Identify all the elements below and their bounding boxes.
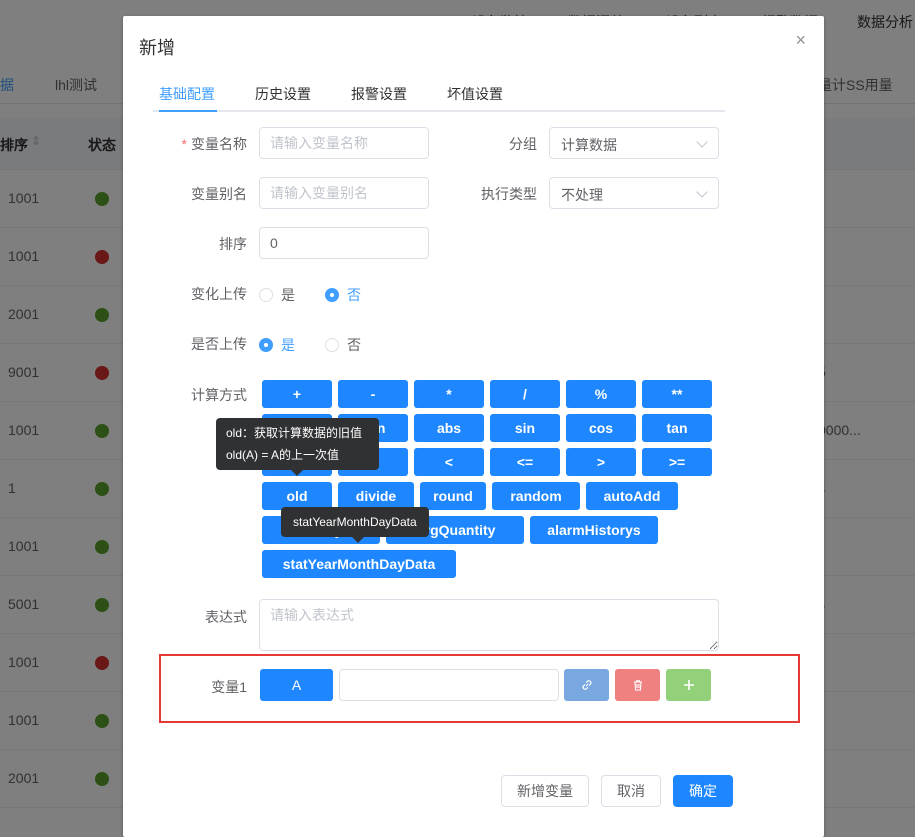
calc-button-cos[interactable]: cos (566, 414, 636, 442)
var-alias-label: 变量别名 (191, 186, 247, 202)
calc-button-alarm-historys[interactable]: alarmHistorys (530, 516, 658, 544)
calc-button-gt2[interactable]: > (566, 448, 636, 476)
calc-button-percent[interactable]: % (566, 380, 636, 408)
tab-active-indicator (159, 110, 217, 112)
radio-circle (325, 338, 339, 352)
tab-basic-config[interactable]: 基础配置 (159, 84, 215, 104)
exec-type-select-value: 不处理 (561, 187, 603, 203)
calc-button-random[interactable]: random (492, 482, 580, 510)
dialog-tabs: 基础配置 历史设置 报警设置 坏值设置 (153, 76, 725, 112)
sort-input[interactable] (259, 227, 429, 259)
expression-label: 表达式 (205, 609, 247, 625)
calc-method-label: 计算方式 (191, 387, 247, 403)
change-upload-no-radio[interactable]: 否 (325, 285, 361, 305)
delete-button[interactable] (615, 669, 660, 701)
calc-button-round[interactable]: round (420, 482, 486, 510)
variable1-label: 变量1 (211, 679, 247, 695)
calc-button-gte[interactable]: >= (642, 448, 712, 476)
plus-icon (683, 680, 694, 690)
variable-value-input[interactable] (339, 669, 559, 701)
calc-button-sin[interactable]: sin (490, 414, 560, 442)
link-button[interactable] (564, 669, 609, 701)
radio-circle (259, 288, 273, 302)
tooltip-arrow (352, 537, 364, 543)
group-label: 分组 (509, 136, 537, 152)
expression-textarea[interactable] (259, 599, 719, 651)
old-tooltip: old：获取计算数据的旧值 old(A) = A的上一次值 (216, 418, 379, 470)
calc-button-multiply[interactable]: * (414, 380, 484, 408)
calc-button-power[interactable]: ** (642, 380, 712, 408)
calc-button-lte[interactable]: <= (490, 448, 560, 476)
group-select[interactable]: 计算数据 (549, 127, 719, 159)
cancel-button[interactable]: 取消 (601, 775, 661, 807)
is-upload-yes-radio[interactable]: 是 (259, 335, 295, 355)
var-name-label: * 变量名称 (181, 136, 247, 152)
stat-tooltip: statYearMonthDayData (281, 507, 429, 537)
calc-button-stat-year-month-day-data[interactable]: statYearMonthDayData (262, 550, 456, 578)
is-upload-no-radio[interactable]: 否 (325, 335, 361, 355)
chevron-down-icon (696, 136, 708, 148)
add-variable-button[interactable]: 新增变量 (501, 775, 589, 807)
calc-button-old[interactable]: old (262, 482, 332, 510)
radio-circle (259, 338, 273, 352)
confirm-button[interactable]: 确定 (673, 775, 733, 807)
change-upload-label: 变化上传 (191, 286, 247, 302)
variable-name-button[interactable]: A (260, 669, 333, 701)
change-upload-yes-radio[interactable]: 是 (259, 285, 295, 305)
close-icon[interactable]: × (795, 30, 806, 51)
link-icon (582, 680, 591, 690)
old-tooltip-line2: old(A) = A的上一次值 (226, 448, 340, 462)
trash-icon (633, 680, 642, 691)
calc-button-divide[interactable]: divide (338, 482, 414, 510)
calc-button-lt[interactable]: < (414, 448, 484, 476)
calc-button-autoadd[interactable]: autoAdd (586, 482, 678, 510)
dialog-title: 新增 (139, 38, 175, 58)
tab-bad-value-settings[interactable]: 坏值设置 (447, 84, 503, 104)
radio-circle (325, 288, 339, 302)
chevron-down-icon (696, 186, 708, 198)
tab-history-settings[interactable]: 历史设置 (255, 84, 311, 104)
calc-button-abs[interactable]: abs (414, 414, 484, 442)
var-name-input[interactable] (259, 127, 429, 159)
exec-type-select[interactable]: 不处理 (549, 177, 719, 209)
calc-button-tan[interactable]: tan (642, 414, 712, 442)
calc-button-divide-op[interactable]: / (490, 380, 560, 408)
group-select-value: 计算数据 (561, 137, 617, 153)
tab-alarm-settings[interactable]: 报警设置 (351, 84, 407, 104)
calc-button-minus[interactable]: - (338, 380, 408, 408)
calc-button-plus[interactable]: + (262, 380, 332, 408)
var-alias-input[interactable] (259, 177, 429, 209)
old-tooltip-line1: old：获取计算数据的旧值 (226, 426, 363, 440)
exec-type-label: 执行类型 (481, 186, 537, 202)
sort-label: 排序 (219, 236, 247, 252)
add-button[interactable] (666, 669, 711, 701)
tooltip-arrow (291, 470, 303, 476)
is-upload-label: 是否上传 (191, 336, 247, 352)
